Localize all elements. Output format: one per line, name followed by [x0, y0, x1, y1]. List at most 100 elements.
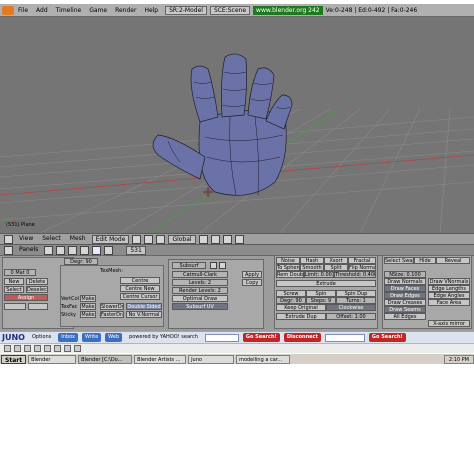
start-button[interactable]: Start: [1, 354, 27, 364]
mail-icon[interactable]: [24, 345, 31, 352]
app2-icon[interactable]: [64, 345, 71, 352]
set-solid-button[interactable]: [28, 303, 48, 310]
texface-make-button[interactable]: Make: [80, 303, 96, 310]
apply-button[interactable]: Apply: [242, 271, 262, 278]
spin-dup-button[interactable]: Spin Dup: [336, 290, 376, 297]
menu-add[interactable]: Add: [32, 7, 52, 14]
media-icon[interactable]: [34, 345, 41, 352]
levels-field[interactable]: Levels: 2: [172, 279, 228, 286]
menu-mesh[interactable]: Mesh: [67, 235, 89, 244]
panels-menu[interactable]: Panels: [16, 246, 41, 255]
optimal-draw-toggle[interactable]: Optimal Draw: [172, 295, 228, 302]
scene-selector[interactable]: SCE:Scene: [209, 5, 251, 15]
menu-view[interactable]: View: [16, 235, 36, 244]
face-select-icon[interactable]: [222, 234, 232, 244]
no-vnormal-toggle[interactable]: No V.Normal: [126, 311, 162, 318]
set-smooth-button[interactable]: [4, 303, 26, 310]
extrude-button[interactable]: Extrude: [276, 280, 376, 287]
go-search-button[interactable]: Go Search!: [242, 333, 280, 342]
manipulator-icon[interactable]: [156, 234, 166, 244]
xsort-button[interactable]: Xsort: [324, 257, 348, 264]
folder-icon[interactable]: [44, 345, 51, 352]
frame-counter[interactable]: 531: [126, 245, 146, 255]
draw-seams-toggle[interactable]: Draw Seams: [384, 306, 426, 313]
assign-button[interactable]: Assign: [4, 294, 48, 301]
noise-button[interactable]: Noise: [276, 257, 300, 264]
editing-icon[interactable]: [92, 245, 102, 255]
steps-field[interactable]: Steps: 9: [306, 297, 336, 304]
shading-icon[interactable]: [68, 245, 78, 255]
threshold-field[interactable]: Threshold: 0.400: [334, 271, 376, 278]
deselect-button[interactable]: Deselect: [26, 286, 48, 293]
centre-button[interactable]: Centre: [120, 277, 160, 284]
inbox-button[interactable]: Inbox: [58, 333, 78, 342]
mode-dropdown[interactable]: Edit Mode: [91, 234, 130, 244]
buttons-editor-icon[interactable]: [4, 245, 13, 255]
extrude-dup-button[interactable]: Extrude Dup: [276, 313, 326, 320]
menu-file[interactable]: File: [14, 7, 32, 14]
subsurf-uv-toggle[interactable]: Subsurf UV: [172, 303, 228, 310]
orientation-dropdown[interactable]: Global: [168, 234, 196, 244]
menu-timeline[interactable]: Timeline: [52, 7, 86, 14]
render-levels-field[interactable]: Render Levels: 2: [172, 287, 228, 294]
subsurf-type-dropdown[interactable]: Catmull-Clark: [172, 271, 228, 278]
sticky-make-button[interactable]: Make: [80, 311, 96, 318]
draw-faces-toggle[interactable]: Draw Faces: [384, 285, 426, 292]
3d-viewport[interactable]: (531) Plane: [0, 17, 474, 233]
scene-icon[interactable]: [104, 245, 114, 255]
hash-button[interactable]: Hash: [300, 257, 324, 264]
offset-field[interactable]: Offset: 1.00: [326, 313, 376, 320]
x-axis-mirror-toggle[interactable]: X-axis mirror: [428, 320, 470, 327]
draw-normals-toggle[interactable]: Draw Normals: [384, 278, 426, 285]
object-icon[interactable]: [80, 245, 90, 255]
task-blender-artists[interactable]: Blender Artists ...: [134, 354, 187, 364]
spin-button[interactable]: Spin: [306, 290, 336, 297]
flip-normal-button[interactable]: Flip Normal: [348, 264, 376, 271]
occlude-icon[interactable]: [234, 234, 244, 244]
editor-type-icon[interactable]: [4, 234, 13, 244]
desktop-icon[interactable]: [14, 345, 21, 352]
draw-vnormals-toggle[interactable]: Draw VNormals: [428, 278, 470, 285]
select-swap-button[interactable]: Select Swap: [384, 257, 414, 264]
all-edges-toggle[interactable]: All Edges: [384, 313, 426, 320]
edge-select-icon[interactable]: [210, 234, 220, 244]
slower-draw-button[interactable]: SlowerDr: [100, 303, 124, 310]
draw-creases-toggle[interactable]: Draw Creases: [384, 299, 426, 306]
menu-help[interactable]: Help: [140, 7, 162, 14]
centre-cursor-button[interactable]: Centre Cursor: [120, 293, 160, 300]
blender-logo-icon[interactable]: [2, 5, 14, 15]
vertex-select-icon[interactable]: [198, 234, 208, 244]
turns-field[interactable]: Turns: 1: [336, 297, 376, 304]
go-search-button-2[interactable]: Go Search!: [368, 333, 406, 342]
limit-field[interactable]: Limit: 0.001: [304, 271, 334, 278]
draw-edges-toggle[interactable]: Draw Edges: [384, 292, 426, 299]
screen-selector[interactable]: SR:2-Model: [165, 5, 207, 15]
reveal-button[interactable]: Reveal: [436, 257, 470, 264]
delete-button[interactable]: Delete: [26, 278, 48, 285]
draw-type-icon[interactable]: [132, 234, 142, 244]
smooth-button[interactable]: Smooth: [300, 264, 324, 271]
task-blender[interactable]: Blender: [28, 354, 77, 364]
material-index[interactable]: 0 Mat 0: [4, 269, 36, 276]
task-modelling[interactable]: modelling a car...: [236, 354, 291, 364]
rem-doubles-button[interactable]: Rem Doubles: [276, 271, 304, 278]
screw-button[interactable]: Screw: [276, 290, 306, 297]
write-button[interactable]: Write: [81, 333, 102, 342]
faster-draw-button[interactable]: FasterDra: [100, 311, 124, 318]
task-blender-active[interactable]: Blender [C:\Do...: [78, 354, 133, 364]
select-button[interactable]: Select: [4, 286, 24, 293]
disconnect-button[interactable]: Disconnect: [283, 333, 321, 342]
nsize-field[interactable]: NSize: 0.100: [384, 271, 426, 278]
new-button[interactable]: New: [4, 278, 24, 285]
hide-button[interactable]: Hide: [414, 257, 436, 264]
logic-icon[interactable]: [44, 245, 54, 255]
search-input[interactable]: [204, 333, 239, 342]
centre-new-button[interactable]: Centre New: [120, 285, 160, 292]
clockwise-toggle[interactable]: Clockwise: [326, 304, 376, 311]
ie-icon[interactable]: [4, 345, 11, 352]
double-sided-toggle[interactable]: Double Sided: [126, 303, 162, 310]
vertcol-make-button[interactable]: Make: [80, 295, 96, 302]
modifier-enable-icon[interactable]: [210, 262, 217, 269]
task-juno[interactable]: Juno: [188, 354, 235, 364]
face-area-toggle[interactable]: Face Area: [428, 299, 470, 306]
